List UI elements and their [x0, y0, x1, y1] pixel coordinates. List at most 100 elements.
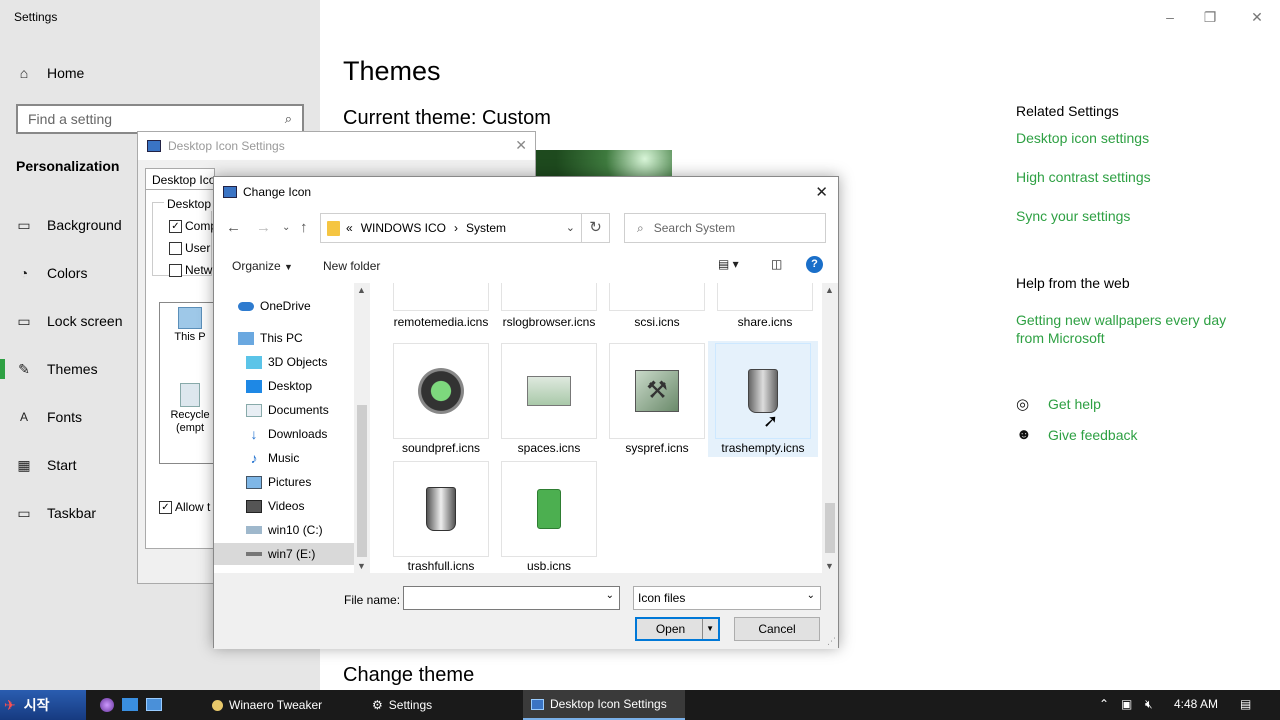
file-item[interactable]: trashfull.icns: [386, 461, 496, 573]
search-input[interactable]: Find a setting ⌕: [16, 104, 304, 134]
tree-item-music[interactable]: ♪ Music: [246, 447, 300, 469]
tree-item-videos[interactable]: Videos: [246, 495, 304, 517]
back-arrow-icon[interactable]: ←: [226, 219, 241, 236]
taskbar-app-settings[interactable]: ⚙ Settings: [364, 690, 514, 720]
file-item[interactable]: scsi.icns: [602, 283, 712, 329]
scroll-down-icon[interactable]: ▼: [825, 561, 834, 571]
up-arrow-icon[interactable]: ↑: [300, 219, 308, 236]
tree-item-win10[interactable]: win10 (C:): [246, 519, 323, 541]
icon-list[interactable]: This P Recycle (empt: [159, 302, 219, 464]
checkbox-user-files[interactable]: User: [169, 241, 210, 255]
sync-settings-link[interactable]: Sync your settings: [1016, 208, 1130, 224]
close-icon[interactable]: ✕: [815, 183, 828, 201]
open-label: Open: [655, 622, 686, 636]
list-item[interactable]: This P: [162, 307, 218, 344]
show-hidden-icons[interactable]: ⌃: [1099, 697, 1109, 711]
file-item[interactable]: share.icns: [710, 283, 820, 329]
drive-icon: [246, 526, 262, 534]
open-button[interactable]: Open ▼: [635, 617, 720, 641]
file-item[interactable]: spaces.icns: [494, 343, 604, 455]
tree-label: win10 (C:): [268, 523, 323, 537]
search-input[interactable]: ⌕ Search System: [624, 213, 826, 243]
file-item[interactable]: remotemedia.icns: [386, 283, 496, 330]
resize-grip-icon[interactable]: ⋰: [827, 636, 836, 647]
list-item[interactable]: Recycle (empt: [162, 383, 218, 435]
clock-time[interactable]: 4:48 AM: [1174, 697, 1218, 711]
minimize-button[interactable]: –: [1155, 6, 1185, 28]
file-item[interactable]: ⚒ syspref.icns: [602, 343, 712, 455]
taskbar-app-winaero[interactable]: Winaero Tweaker: [204, 690, 354, 720]
file-item[interactable]: rslogbrowser.icns: [494, 283, 604, 329]
checkbox-box[interactable]: ✓: [159, 500, 172, 514]
checkbox-box[interactable]: [169, 241, 182, 255]
tree-item-win7[interactable]: win7 (E:): [214, 543, 354, 565]
tree-item-3d-objects[interactable]: 3D Objects: [246, 351, 327, 373]
caret-down-icon[interactable]: ▼: [702, 619, 714, 639]
tree-item-documents[interactable]: Documents: [246, 399, 329, 421]
nav-label: Themes: [47, 361, 98, 377]
action-center-icon[interactable]: ▤: [1240, 697, 1251, 711]
close-icon[interactable]: ✕: [515, 137, 527, 154]
desktop-icon-settings-link[interactable]: Desktop icon settings: [1016, 130, 1149, 146]
file-item[interactable]: soundpref.icns: [386, 343, 496, 455]
checkbox-box[interactable]: [169, 263, 182, 277]
window-app-icon[interactable]: [146, 698, 162, 711]
address-bar[interactable]: « WINDOWS ICO › System ⌄: [320, 213, 582, 243]
wallpapers-link[interactable]: Getting new wallpapers every day from Mi…: [1016, 311, 1236, 347]
tab-desktop-icons[interactable]: Desktop Icon: [145, 168, 215, 190]
command-bar: Organize ▼ New folder ▤ ▾ ◫ ?: [214, 252, 838, 282]
tree-item-this-pc[interactable]: This PC: [238, 327, 303, 349]
give-feedback-link[interactable]: Give feedback: [1048, 427, 1138, 443]
high-contrast-settings-link[interactable]: High contrast settings: [1016, 169, 1151, 185]
taskbar-app-desktop-icon-settings[interactable]: Desktop Icon Settings: [523, 690, 685, 720]
breadcrumb-item[interactable]: WINDOWS ICO: [361, 221, 446, 235]
allow-themes-checkbox[interactable]: ✓ Allow t: [159, 500, 210, 514]
globe-icon[interactable]: [100, 698, 114, 712]
nav-home[interactable]: ⌂ Home: [0, 53, 320, 93]
restore-button[interactable]: ❐: [1195, 6, 1225, 28]
file-thumbnail: [609, 283, 705, 311]
checkbox-network[interactable]: Netw: [169, 263, 212, 277]
chevron-down-icon[interactable]: ⌄: [807, 590, 815, 601]
start-button[interactable]: ✈ 시작: [0, 690, 86, 720]
nav-label: Lock screen: [47, 313, 123, 329]
checkbox-computer[interactable]: ✓ Comp: [169, 219, 217, 233]
tree-item-desktop[interactable]: Desktop: [246, 375, 312, 397]
app-label: Desktop Icon Settings: [550, 697, 667, 711]
volume-muted-icon[interactable]: 🔇︎: [1145, 697, 1153, 712]
forward-arrow-icon[interactable]: →: [256, 219, 271, 236]
recent-chevron-icon[interactable]: ⌄: [282, 222, 290, 233]
file-item[interactable]: usb.icns: [494, 461, 604, 573]
get-help-link[interactable]: Get help: [1048, 396, 1101, 412]
new-folder-button[interactable]: New folder: [323, 259, 380, 273]
chevron-down-icon[interactable]: ⌄: [566, 221, 575, 234]
scrollbar-thumb[interactable]: [825, 503, 835, 553]
close-button[interactable]: ✕: [1242, 6, 1272, 28]
search-icon[interactable]: ⌕: [285, 111, 292, 127]
refresh-button[interactable]: ↻: [582, 213, 610, 243]
scroll-up-icon[interactable]: ▲: [357, 285, 366, 295]
help-icon[interactable]: ?: [806, 256, 823, 273]
checkbox-box[interactable]: ✓: [169, 219, 182, 233]
cancel-button[interactable]: Cancel: [734, 617, 820, 641]
folder-app-icon[interactable]: [122, 698, 138, 711]
file-thumbnail: [393, 283, 489, 311]
tree-item-downloads[interactable]: ↓ Downloads: [246, 423, 328, 445]
breadcrumb-item[interactable]: System: [466, 221, 506, 235]
scroll-down-icon[interactable]: ▼: [357, 561, 366, 571]
scrollbar-thumb[interactable]: [357, 405, 367, 557]
file-name-input[interactable]: ⌄: [403, 586, 620, 610]
file-item-selected[interactable]: trashempty.icns: [708, 341, 818, 457]
file-type-select[interactable]: Icon files ⌄: [633, 586, 821, 610]
tree-label: Downloads: [268, 427, 328, 441]
file-label: rslogbrowser.icns: [502, 315, 596, 329]
preview-pane-icon[interactable]: ◫: [771, 257, 782, 271]
chevron-down-icon[interactable]: ⌄: [606, 590, 614, 601]
organize-button[interactable]: Organize ▼: [232, 259, 293, 273]
network-icon[interactable]: ▣: [1121, 697, 1132, 711]
tree-item-onedrive[interactable]: OneDrive: [238, 295, 311, 317]
tree-item-pictures[interactable]: Pictures: [246, 471, 311, 493]
scroll-up-icon[interactable]: ▲: [825, 285, 834, 295]
view-options-icon[interactable]: ▤ ▾: [718, 257, 739, 271]
tree-label: Music: [268, 451, 300, 465]
